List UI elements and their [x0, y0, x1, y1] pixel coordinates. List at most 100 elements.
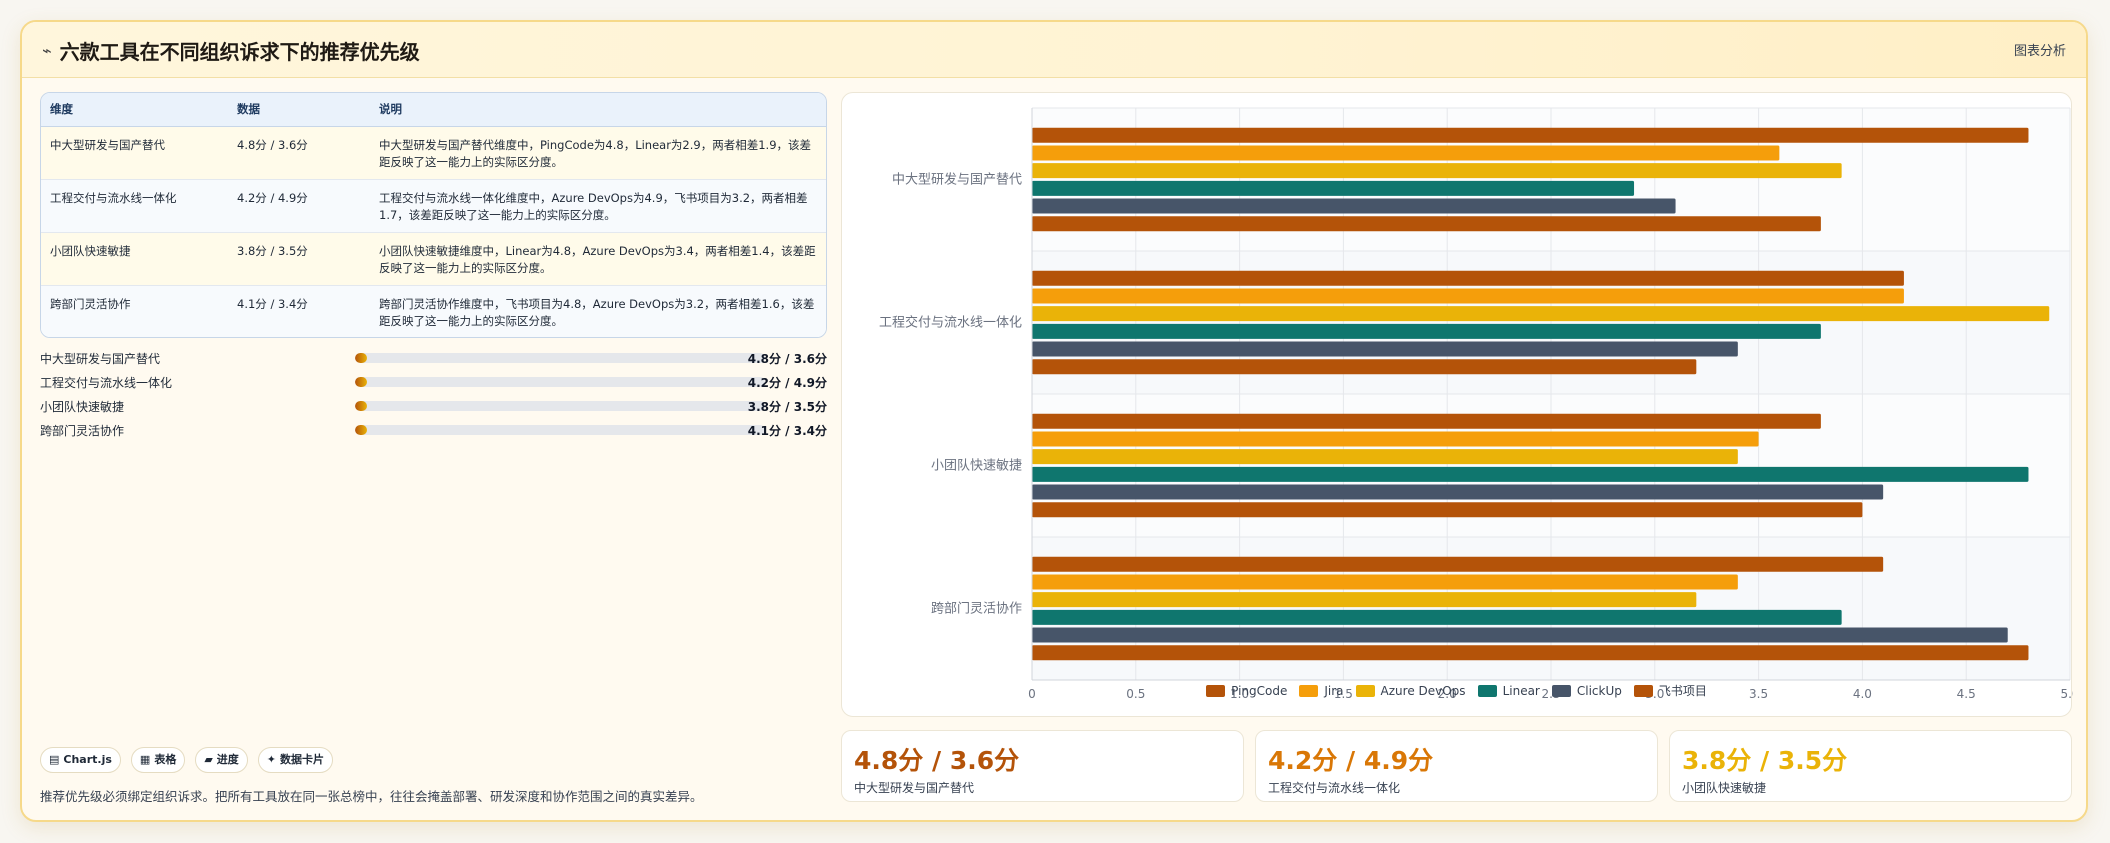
legend-item[interactable]: Azure DevOps — [1355, 682, 1466, 699]
table-cell: 中大型研发与国产替代 — [50, 137, 165, 152]
stat-label: 小团队快速敏捷 — [1682, 781, 1767, 795]
dashboard-frame: ⌁ 六款工具在不同组织诉求下的推荐优先级 图表分析 维度 数据 说明 中大型研发… — [20, 20, 2088, 822]
progress-row: 中大型研发与国产替代 4.8分 / 3.6分 — [40, 349, 827, 367]
legend-item[interactable]: Jira — [1299, 682, 1344, 699]
bar — [1032, 466, 2029, 482]
bar — [1032, 145, 1780, 161]
data-table: 维度 数据 说明 中大型研发与国产替代 4.8分 / 3.6分 中大型研发与国产… — [40, 92, 827, 338]
badge-data-card: ✦ 数据卡片 — [257, 747, 334, 773]
progress-value: 4.8分 / 3.6分 — [747, 352, 827, 366]
table-cell: 跨部门灵活协作维度中，飞书项目为4.8，Azure DevOps为3.2，两者相… — [370, 284, 826, 337]
legend-label: 飞书项目 — [1658, 684, 1707, 698]
legend-item[interactable]: 飞书项目 — [1633, 682, 1707, 699]
table-row: 跨部门灵活协作 4.1分 / 3.4分 跨部门灵活协作维度中，飞书项目为4.8，… — [41, 284, 826, 337]
table-cell: 4.1分 / 3.4分 — [228, 284, 370, 337]
table-cell: 4.8分 / 3.6分 — [237, 137, 308, 152]
table-cell: 工程交付与流水线一体化 — [41, 178, 228, 232]
badge-label: Chart.js — [63, 753, 112, 766]
bar — [1032, 502, 1863, 518]
table-row: 中大型研发与国产替代 4.8分 / 3.6分 中大型研发与国产替代维度中，Pin… — [41, 126, 826, 179]
y-tick-label: 跨部门灵活协作 — [931, 602, 1022, 617]
bar — [1032, 270, 1904, 286]
bar — [1032, 163, 1842, 179]
bar — [1032, 645, 2029, 661]
stat-card: 4.8分 / 3.6分 中大型研发与国产替代 — [841, 730, 1244, 802]
table-cell: 中大型研发与国产替代维度中，PingCode为4.8，Linear为2.9，两者… — [379, 137, 812, 169]
table-header-cell: 数据 — [228, 93, 370, 127]
progress-fill — [355, 353, 368, 363]
table-header-row: 维度 数据 说明 — [41, 93, 826, 127]
header: ⌁ 六款工具在不同组织诉求下的推荐优先级 图表分析 — [22, 22, 2086, 78]
table-cell: 小团队快速敏捷 — [41, 231, 228, 285]
progress-row: 工程交付与流水线一体化 4.2分 / 4.9分 — [40, 373, 827, 391]
progress-label: 中大型研发与国产替代 — [40, 352, 161, 366]
progress-fill — [355, 377, 368, 387]
progress-value: 3.8分 / 3.5分 — [747, 400, 827, 414]
y-tick-label: 工程交付与流水线一体化 — [879, 315, 1022, 331]
page-title-text: 六款工具在不同组织诉求下的推荐优先级 — [59, 40, 420, 64]
stat-label: 中大型研发与国产替代 — [854, 781, 975, 795]
progress-fill — [355, 401, 368, 411]
progress-value: 4.2分 / 4.9分 — [747, 376, 827, 390]
legend-label: ClickUp — [1576, 683, 1622, 698]
legend-swatch — [1299, 684, 1319, 697]
legend-item[interactable]: PingCode — [1206, 682, 1287, 699]
table-cell: 工程交付与流水线一体化维度中，Azure DevOps为4.9，飞书项目为3.2… — [370, 178, 826, 232]
page-title: ⌁ 六款工具在不同组织诉求下的推荐优先级 — [42, 36, 420, 65]
badge-label: 数据卡片 — [280, 753, 325, 766]
card-icon: ✦ — [266, 753, 277, 766]
legend-item[interactable]: Linear — [1477, 682, 1540, 699]
bar — [1032, 359, 1697, 375]
progress-value: 4.1分 / 3.4分 — [747, 424, 827, 438]
bar — [1032, 431, 1759, 447]
legend-label: Jira — [1324, 683, 1344, 698]
badge-chartjs: ▤ Chart.js — [40, 747, 121, 773]
table-row: 工程交付与流水线一体化 4.2分 / 4.9分 工程交付与流水线一体化维度中，A… — [41, 178, 826, 232]
stat-card: 3.8分 / 3.5分 小团队快速敏捷 — [1669, 730, 2072, 802]
chart-card: 00.51.01.52.02.53.03.54.04.55.0中大型研发与国产替… — [841, 92, 2073, 717]
table-cell: 跨部门灵活协作 — [41, 284, 228, 337]
progress-track — [355, 401, 765, 411]
y-tick-label: 小团队快速敏捷 — [931, 459, 1022, 474]
table-row: 小团队快速敏捷 3.8分 / 3.5分 小团队快速敏捷维度中，Linear为4.… — [41, 231, 826, 285]
badge-label: 表格 — [154, 753, 177, 766]
progress-fill — [355, 425, 368, 435]
table-cell: 小团队快速敏捷维度中，Linear为4.8，Azure DevOps为3.4，两… — [370, 231, 826, 285]
bar — [1032, 306, 2050, 322]
progress-track — [355, 377, 765, 387]
progress-label: 小团队快速敏捷 — [40, 400, 125, 414]
progress-row: 小团队快速敏捷 3.8分 / 3.5分 — [40, 397, 827, 415]
bar — [1032, 180, 1635, 196]
bar — [1032, 341, 1738, 357]
legend-item[interactable]: ClickUp — [1551, 682, 1622, 699]
progress-label: 工程交付与流水线一体化 — [40, 376, 173, 390]
progress-label: 跨部门灵活协作 — [40, 424, 125, 438]
progress-track — [355, 425, 765, 435]
bar — [1032, 413, 1821, 429]
stat-value: 3.8分 / 3.5分 — [1682, 746, 1848, 775]
badge-table: ▦ 表格 — [130, 747, 186, 773]
bar — [1032, 288, 1904, 304]
bar-chart: 00.51.01.52.02.53.03.54.04.55.0中大型研发与国产替… — [879, 107, 2073, 701]
bar — [1032, 574, 1738, 590]
y-tick-label: 中大型研发与国产替代 — [892, 172, 1022, 188]
legend-label: Azure DevOps — [1380, 683, 1466, 698]
legend-swatch — [1206, 684, 1226, 697]
footnote: 推荐优先级必须绑定组织诉求。把所有工具放在同一张总榜中，往往会掩盖部署、研发深度… — [40, 789, 703, 804]
table-icon: ▦ — [139, 753, 151, 766]
progress-row: 跨部门灵活协作 4.1分 / 3.4分 — [40, 421, 827, 439]
progress-icon: ▰ — [204, 753, 213, 766]
progress-track — [355, 353, 765, 363]
stat-card: 4.2分 / 4.9分 工程交付与流水线一体化 — [1255, 730, 1658, 802]
table-cell: 3.8分 / 3.5分 — [228, 231, 370, 285]
legend-swatch — [1551, 684, 1571, 697]
stat-value: 4.8分 / 3.6分 — [854, 746, 1020, 775]
badge-progress: ▰ 进度 — [195, 747, 248, 773]
legend-label: Linear — [1502, 683, 1540, 698]
bar — [1032, 609, 1842, 625]
badge-label: 进度 — [216, 753, 239, 766]
table-header-cell: 维度 — [41, 93, 228, 127]
bar — [1032, 198, 1676, 214]
stat-value: 4.2分 / 4.9分 — [1268, 746, 1434, 775]
pulse-icon: ⌁ — [42, 41, 52, 60]
